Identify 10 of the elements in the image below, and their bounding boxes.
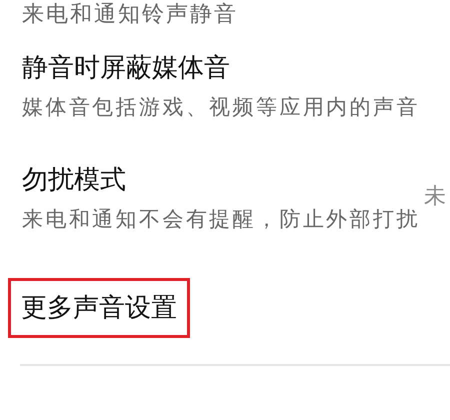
setting-value: 未: [424, 183, 446, 211]
setting-item[interactable]: 勿扰模式 来电和通知不会有提醒，防止外部打扰 未: [0, 140, 450, 252]
setting-item[interactable]: 静音时屏蔽媒体音 媒体音包括游戏、视频等应用内的声音: [0, 28, 450, 140]
setting-item[interactable]: 更多声音设置: [0, 252, 450, 364]
setting-title: 静音时屏蔽媒体音: [21, 52, 231, 85]
setting-description: 来电和通知不会有提醒，防止外部打扰: [22, 206, 420, 232]
setting-title: 勿扰模式: [21, 164, 127, 197]
setting-description: 来电和通知铃声静音: [21, 1, 239, 28]
setting-description: 媒体音包括游戏、视频等应用内的声音: [22, 94, 420, 120]
setting-title: 更多声音设置: [8, 278, 190, 338]
